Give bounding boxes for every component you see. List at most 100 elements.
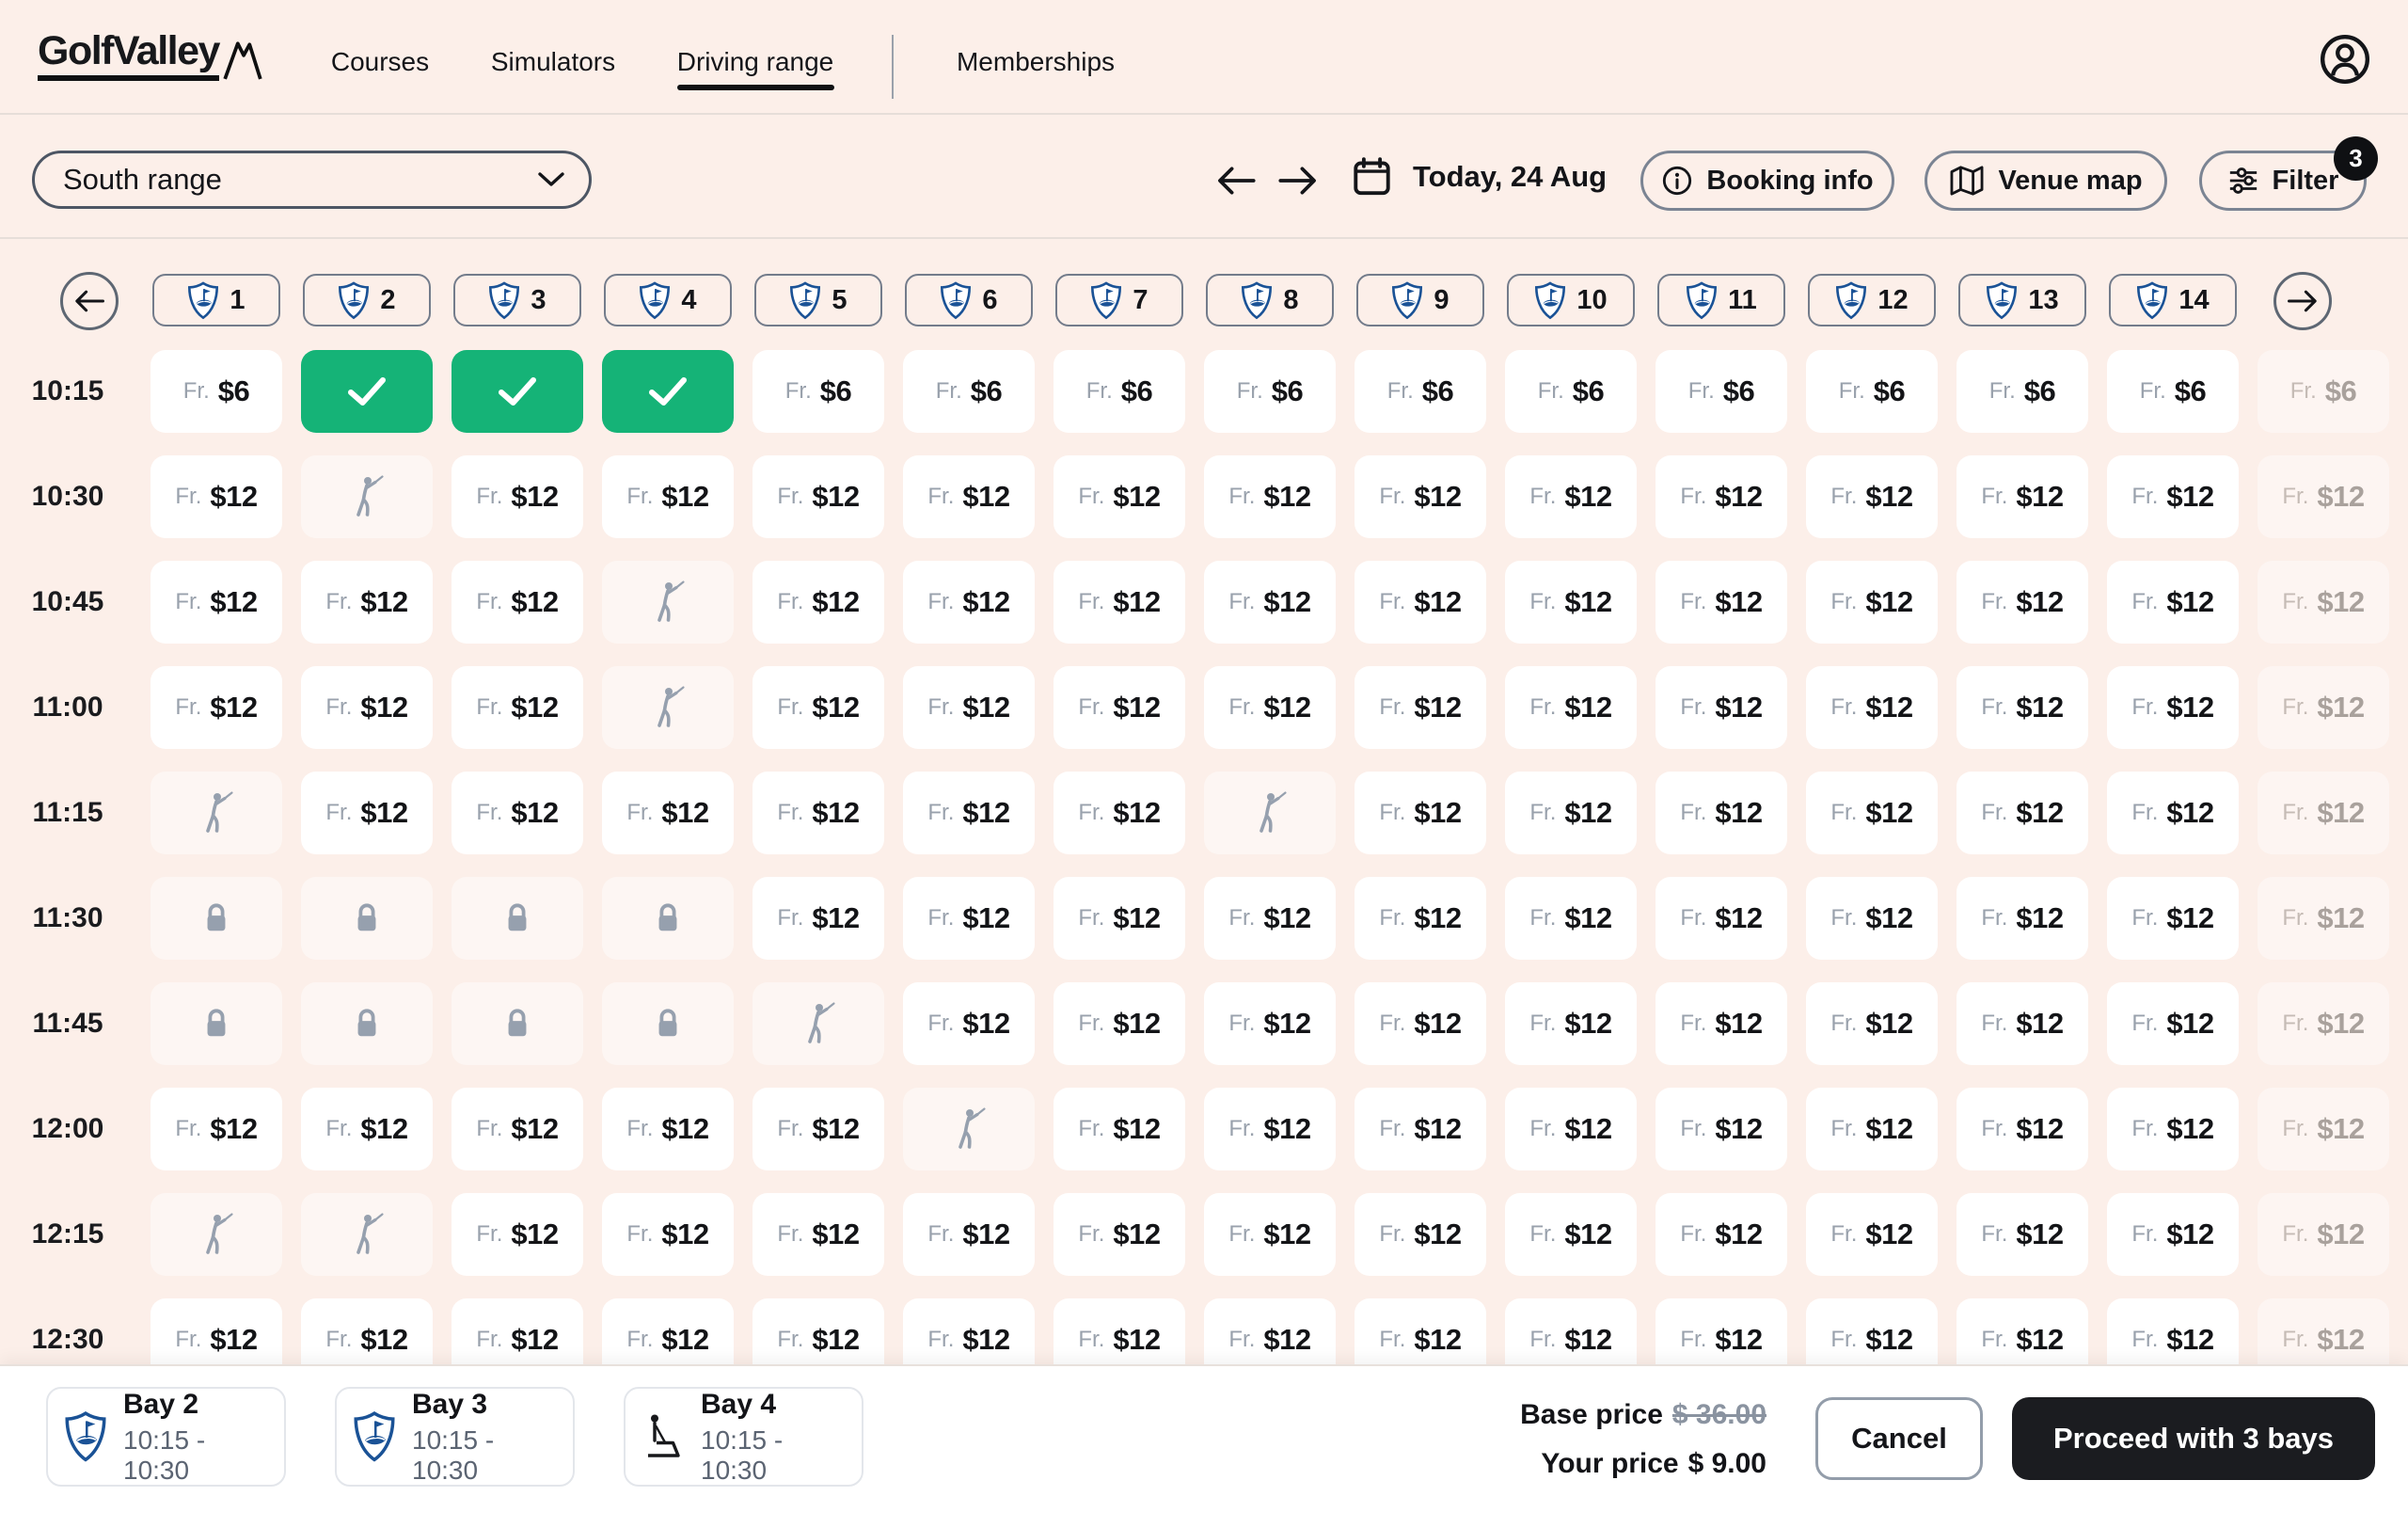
slot-available[interactable]: Fr.$12 xyxy=(903,772,1035,854)
slot-available[interactable]: Fr.$12 xyxy=(1505,982,1637,1065)
bay-header-chip-4[interactable]: 4 xyxy=(604,274,732,326)
bay-header-chip-10[interactable]: 10 xyxy=(1507,274,1635,326)
slot-available[interactable]: Fr.$12 xyxy=(903,666,1035,749)
slot-available[interactable]: Fr.$12 xyxy=(903,877,1035,960)
slot-available[interactable]: Fr.$6 xyxy=(903,350,1035,433)
slot-available[interactable]: Fr.$12 xyxy=(150,1088,282,1170)
slot-available[interactable]: Fr.$6 xyxy=(752,350,884,433)
bay-header-chip-1[interactable]: 1 xyxy=(152,274,280,326)
slot-available[interactable]: Fr.$12 xyxy=(1505,772,1637,854)
slot-available[interactable]: Fr.$12 xyxy=(301,561,433,644)
slot-available[interactable]: Fr.$12 xyxy=(602,1298,734,1364)
slot-available[interactable]: Fr.$12 xyxy=(1956,1193,2088,1276)
slot-available[interactable]: Fr.$6 xyxy=(1656,350,1787,433)
slot-available[interactable]: Fr.$12 xyxy=(602,455,734,538)
slot-available[interactable]: Fr.$12 xyxy=(452,561,583,644)
scroll-bays-left-button[interactable] xyxy=(60,272,119,330)
scroll-bays-right-button[interactable] xyxy=(2273,272,2332,330)
slot-available[interactable]: Fr.$12 xyxy=(301,772,433,854)
slot-available[interactable]: Fr.$12 xyxy=(301,1298,433,1364)
slot-available[interactable]: Fr.$12 xyxy=(1956,772,2088,854)
proceed-button[interactable]: Proceed with 3 bays xyxy=(2012,1397,2375,1480)
slot-available[interactable]: Fr.$12 xyxy=(1656,982,1787,1065)
slot-available[interactable]: Fr.$12 xyxy=(1354,1298,1486,1364)
nav-item-memberships[interactable]: Memberships xyxy=(957,47,1115,77)
slot-available[interactable]: Fr.$12 xyxy=(150,561,282,644)
slot-available[interactable]: Fr.$12 xyxy=(1204,666,1336,749)
slot-available[interactable]: Fr.$12 xyxy=(752,455,884,538)
slot-available[interactable]: Fr.$6 xyxy=(150,350,282,433)
slot-available[interactable]: Fr.$12 xyxy=(1505,1298,1637,1364)
bay-header-chip-13[interactable]: 13 xyxy=(1958,274,2086,326)
slot-available[interactable]: Fr.$12 xyxy=(602,1193,734,1276)
selected-bay-card[interactable]: Bay 410:15 - 10:30 xyxy=(624,1387,863,1487)
slot-available[interactable]: Fr.$12 xyxy=(1505,1193,1637,1276)
date-picker[interactable]: Today, 24 Aug xyxy=(1352,156,1607,198)
prev-day-button[interactable] xyxy=(1215,163,1257,199)
slot-available[interactable]: Fr.$12 xyxy=(150,1298,282,1364)
slot-available[interactable]: Fr.$12 xyxy=(903,982,1035,1065)
selected-bay-card[interactable]: Bay 210:15 - 10:30 xyxy=(46,1387,286,1487)
slot-available[interactable]: Fr.$6 xyxy=(1505,350,1637,433)
slot-available[interactable]: Fr.$12 xyxy=(903,1193,1035,1276)
slot-available[interactable]: Fr.$12 xyxy=(1354,561,1486,644)
slot-available[interactable]: Fr.$12 xyxy=(1354,772,1486,854)
slot-available[interactable]: Fr.$12 xyxy=(1806,1193,1938,1276)
venue-map-button[interactable]: Venue map xyxy=(1925,151,2167,211)
slot-available[interactable]: Fr.$12 xyxy=(1505,666,1637,749)
bay-header-chip-11[interactable]: 11 xyxy=(1657,274,1785,326)
selected-bay-card[interactable]: Bay 310:15 - 10:30 xyxy=(335,1387,575,1487)
slot-selected[interactable] xyxy=(452,350,583,433)
slot-available[interactable]: Fr.$12 xyxy=(602,1088,734,1170)
bay-header-chip-9[interactable]: 9 xyxy=(1356,274,1484,326)
slot-available[interactable]: Fr.$12 xyxy=(1806,455,1938,538)
slot-available[interactable]: Fr.$12 xyxy=(1054,1193,1185,1276)
slot-available[interactable]: Fr.$12 xyxy=(1656,455,1787,538)
slot-available[interactable]: Fr.$12 xyxy=(752,1298,884,1364)
slot-available[interactable]: Fr.$12 xyxy=(1956,455,2088,538)
slot-available[interactable]: Fr.$12 xyxy=(752,1088,884,1170)
bay-header-chip-8[interactable]: 8 xyxy=(1206,274,1334,326)
slot-available[interactable]: Fr.$12 xyxy=(1656,561,1787,644)
bay-header-chip-5[interactable]: 5 xyxy=(754,274,882,326)
slot-available[interactable]: Fr.$12 xyxy=(1354,666,1486,749)
slot-available[interactable]: Fr.$12 xyxy=(2107,772,2239,854)
slot-available[interactable]: Fr.$12 xyxy=(1806,561,1938,644)
slot-available[interactable]: Fr.$12 xyxy=(752,772,884,854)
slot-available[interactable]: Fr.$12 xyxy=(1656,877,1787,960)
slot-available[interactable]: Fr.$12 xyxy=(1054,455,1185,538)
slot-available[interactable]: Fr.$6 xyxy=(1204,350,1336,433)
slot-available[interactable]: Fr.$12 xyxy=(1956,666,2088,749)
slot-available[interactable]: Fr.$12 xyxy=(1354,455,1486,538)
slot-available[interactable]: Fr.$12 xyxy=(1354,1088,1486,1170)
bay-header-chip-6[interactable]: 6 xyxy=(905,274,1033,326)
slot-available[interactable]: Fr.$12 xyxy=(1505,1088,1637,1170)
slot-available[interactable]: Fr.$6 xyxy=(2107,350,2239,433)
slot-available[interactable]: Fr.$12 xyxy=(150,666,282,749)
slot-available[interactable]: Fr.$12 xyxy=(1806,666,1938,749)
slot-available[interactable]: Fr.$12 xyxy=(301,666,433,749)
slot-available[interactable]: Fr.$12 xyxy=(452,455,583,538)
slot-available[interactable]: Fr.$12 xyxy=(602,772,734,854)
slot-available[interactable]: Fr.$12 xyxy=(1656,772,1787,854)
slot-available[interactable]: Fr.$12 xyxy=(1054,666,1185,749)
slot-available[interactable]: Fr.$12 xyxy=(1354,1193,1486,1276)
slot-available[interactable]: Fr.$12 xyxy=(1204,1193,1336,1276)
slot-available[interactable]: Fr.$12 xyxy=(2107,1193,2239,1276)
slot-available[interactable]: Fr.$12 xyxy=(1505,455,1637,538)
next-day-button[interactable] xyxy=(1277,163,1319,199)
slot-available[interactable]: Fr.$12 xyxy=(1656,1088,1787,1170)
slot-available[interactable]: Fr.$12 xyxy=(1806,982,1938,1065)
slot-available[interactable]: Fr.$12 xyxy=(1956,877,2088,960)
cancel-button[interactable]: Cancel xyxy=(1815,1397,1983,1480)
slot-available[interactable]: Fr.$12 xyxy=(1505,877,1637,960)
slot-available[interactable]: Fr.$12 xyxy=(1204,1088,1336,1170)
slot-available[interactable]: Fr.$12 xyxy=(2107,561,2239,644)
slot-available[interactable]: Fr.$12 xyxy=(1956,982,2088,1065)
nav-item-driving-range[interactable]: Driving range xyxy=(677,47,834,77)
slot-available[interactable]: Fr.$12 xyxy=(1204,877,1336,960)
slot-available[interactable]: Fr.$12 xyxy=(903,561,1035,644)
slot-available[interactable]: Fr.$12 xyxy=(903,1298,1035,1364)
bay-header-chip-12[interactable]: 12 xyxy=(1808,274,1936,326)
slot-available[interactable]: Fr.$12 xyxy=(1806,772,1938,854)
